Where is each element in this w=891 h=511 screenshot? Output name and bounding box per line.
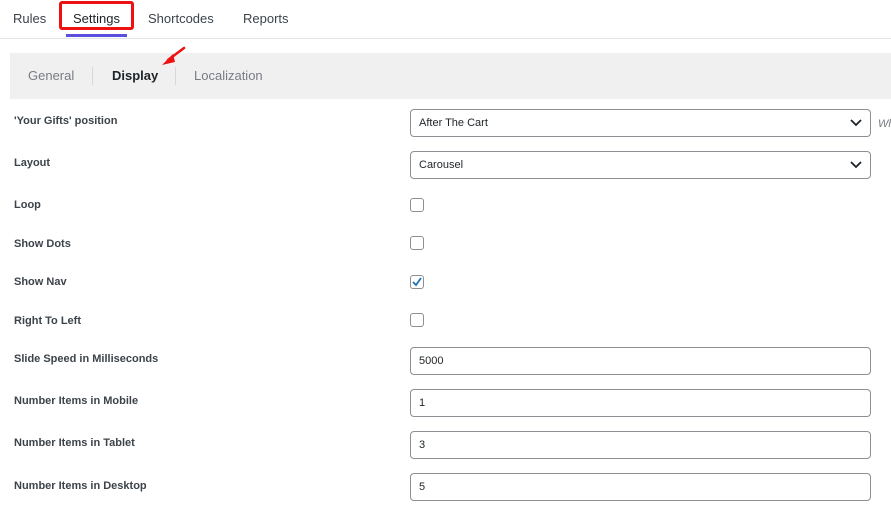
items-mobile-label: Number Items in Mobile <box>14 395 139 407</box>
rtl-checkbox[interactable] <box>410 313 424 327</box>
slide-speed-label: Slide Speed in Milliseconds <box>14 353 159 365</box>
subtab-divider <box>92 67 93 85</box>
items-tablet-input[interactable]: 3 <box>410 431 871 459</box>
slide-speed-value: 5000 <box>419 355 444 367</box>
top-tab-bar: Rules Settings Shortcodes Reports <box>0 0 891 39</box>
active-tab-indicator <box>66 34 127 37</box>
subtab-general[interactable]: General <box>28 68 74 83</box>
items-desktop-value: 5 <box>419 481 426 493</box>
items-mobile-value: 1 <box>419 397 426 409</box>
gifts-position-value: After The Cart <box>419 117 488 129</box>
tab-shortcodes[interactable]: Shortcodes <box>148 11 214 26</box>
subtab-display[interactable]: Display <box>112 68 158 83</box>
items-tablet-value: 3 <box>419 439 426 451</box>
subtab-localization[interactable]: Localization <box>194 68 263 83</box>
chevron-down-icon <box>850 119 862 127</box>
tab-reports[interactable]: Reports <box>243 11 289 26</box>
gifts-position-label: 'Your Gifts' position <box>14 115 118 127</box>
chevron-down-icon <box>850 161 862 169</box>
checkmark-icon <box>412 277 422 287</box>
layout-select[interactable]: Carousel <box>410 151 871 179</box>
show-nav-label: Show Nav <box>14 276 67 288</box>
gifts-position-hint: Wh <box>878 118 891 130</box>
items-desktop-label: Number Items in Desktop <box>14 480 147 492</box>
tab-rules[interactable]: Rules <box>13 11 46 26</box>
sub-tab-bar: General Display Localization <box>10 53 891 99</box>
highlight-box <box>59 1 134 30</box>
layout-label: Layout <box>14 157 51 169</box>
gifts-position-select[interactable]: After The Cart <box>410 109 871 137</box>
items-mobile-input[interactable]: 1 <box>410 389 871 417</box>
red-arrow-icon <box>162 46 186 65</box>
rtl-label: Right To Left <box>14 315 81 327</box>
layout-value: Carousel <box>419 159 464 171</box>
items-desktop-input[interactable]: 5 <box>410 473 871 501</box>
loop-checkbox[interactable] <box>410 198 424 212</box>
show-dots-checkbox[interactable] <box>410 236 424 250</box>
loop-label: Loop <box>14 199 41 211</box>
show-dots-label: Show Dots <box>14 238 71 250</box>
show-nav-checkbox[interactable] <box>410 275 424 289</box>
items-tablet-label: Number Items in Tablet <box>14 437 135 449</box>
slide-speed-input[interactable]: 5000 <box>410 347 871 375</box>
